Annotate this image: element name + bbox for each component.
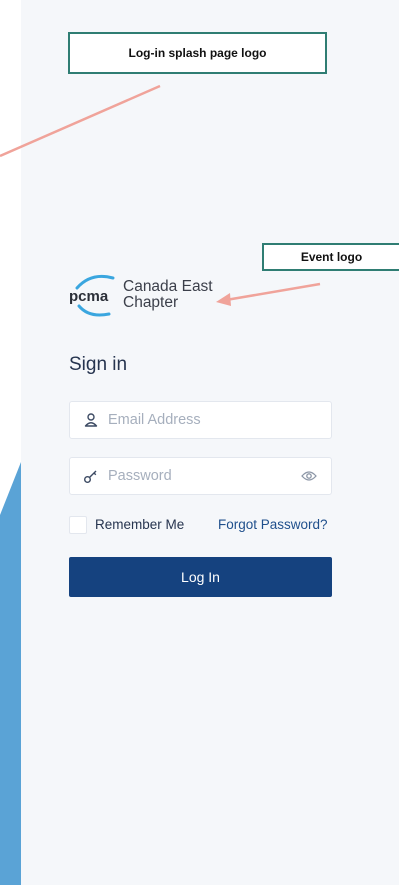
- remember-me-checkbox[interactable]: [69, 516, 87, 534]
- remember-me-label[interactable]: Remember Me: [95, 517, 184, 532]
- annotation-event-logo-label: Event logo: [300, 250, 363, 264]
- annotation-splash-logo: Log-in splash page logo: [68, 32, 327, 74]
- key-icon: [84, 470, 97, 483]
- forgot-password-link[interactable]: Forgot Password?: [218, 517, 328, 532]
- annotation-splash-logo-label: Log-in splash page logo: [128, 46, 267, 60]
- pcma-logo-mark: pcma: [69, 274, 115, 317]
- user-icon: [84, 413, 98, 427]
- login-button[interactable]: Log In: [69, 557, 332, 597]
- pcma-logo-letters: pcma: [69, 288, 109, 305]
- login-panel: [21, 0, 399, 885]
- splash-side-shape: [0, 0, 21, 885]
- email-input[interactable]: [108, 402, 298, 438]
- event-logo-line2: Chapter: [123, 294, 179, 311]
- password-input[interactable]: [108, 458, 298, 494]
- password-field[interactable]: [69, 457, 332, 495]
- remember-me[interactable]: Remember Me: [69, 515, 209, 537]
- event-logo-text: Canada East Chapter: [123, 279, 213, 311]
- page-title: Sign in: [69, 354, 128, 375]
- event-logo-line1: Canada East: [123, 278, 213, 295]
- email-field[interactable]: [69, 401, 332, 439]
- eye-icon[interactable]: [301, 469, 317, 483]
- event-logo: pcma Canada East Chapter: [69, 272, 229, 320]
- annotation-event-logo: Event logo: [262, 243, 399, 271]
